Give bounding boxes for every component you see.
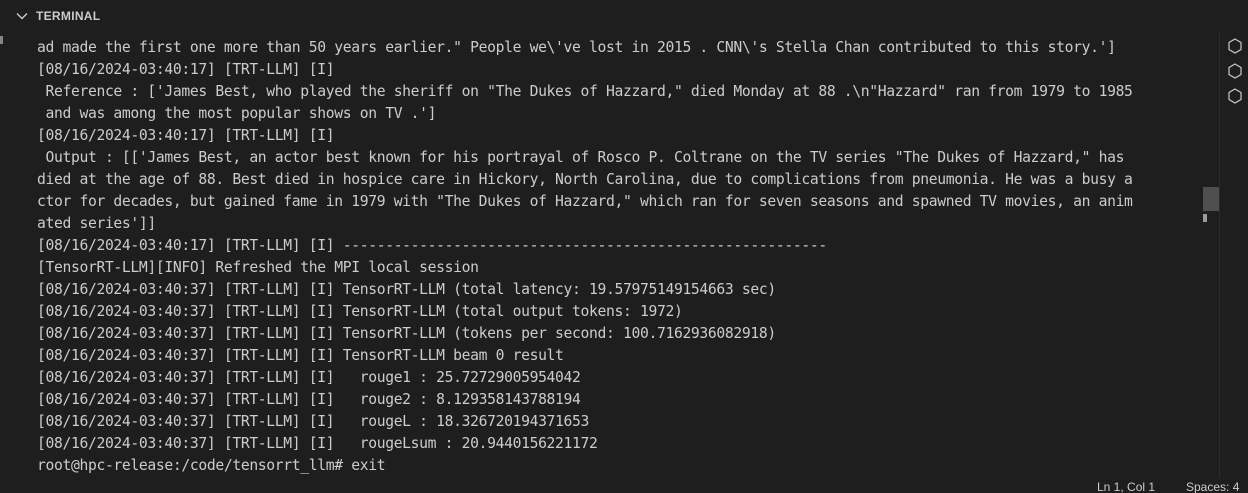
terminal-line: [08/16/2024-03:40:17] [TRT-LLM] [I]	[37, 61, 335, 78]
terminal-line: [08/16/2024-03:40:37] [TRT-LLM] [I] roug…	[37, 369, 581, 386]
chevron-down-icon	[14, 8, 30, 24]
terminal-line: [08/16/2024-03:40:37] [TRT-LLM] [I] roug…	[37, 391, 581, 408]
status-bar: Ln 1, Col 1 Spaces: 4	[0, 478, 1248, 493]
terminal-line: [TensorRT-LLM][INFO] Refreshed the MPI l…	[37, 259, 479, 276]
terminal-line: [08/16/2024-03:40:37] [TRT-LLM] [I] roug…	[37, 435, 598, 452]
scrollbar-thumb[interactable]	[1203, 187, 1219, 211]
terminal-line: Reference : ['James Best, who played the…	[37, 83, 1133, 100]
terminal-line: [08/16/2024-03:40:37] [TRT-LLM] [I] Tens…	[37, 303, 683, 320]
scrollbar-track[interactable]	[1203, 32, 1219, 478]
terminal-line: [08/16/2024-03:40:37] [TRT-LLM] [I] roug…	[37, 413, 590, 430]
status-cursor-position[interactable]: Ln 1, Col 1	[1097, 480, 1155, 493]
status-indentation[interactable]: Spaces: 4	[1186, 480, 1239, 493]
terminal-prompt-line: root@hpc-release:/code/tensorrt_llm# exi…	[37, 457, 386, 474]
terminal-output[interactable]: ad made the first one more than 50 years…	[37, 37, 1203, 477]
terminal-line: [08/16/2024-03:40:17] [TRT-LLM] [I]	[37, 127, 335, 144]
left-gutter	[0, 32, 12, 478]
terminal-line: ated series']]	[37, 215, 156, 232]
terminal-line: died at the age of 88. Best died in hosp…	[37, 171, 1133, 188]
terminal-side-rail	[1219, 32, 1248, 478]
panel-title: TERMINAL	[36, 9, 101, 23]
terminal-line: [08/16/2024-03:40:37] [TRT-LLM] [I] Tens…	[37, 281, 776, 298]
gutter-marker	[0, 36, 3, 44]
hexagon-outline-icon[interactable]	[1227, 63, 1243, 79]
terminal-panel-header: TERMINAL	[0, 0, 1248, 32]
terminal-line: and was among the most popular shows on …	[37, 105, 437, 122]
terminal-line: [08/16/2024-03:40:17] [TRT-LLM] [I] ----…	[37, 237, 827, 254]
terminal-section-toggle[interactable]: TERMINAL	[14, 8, 100, 24]
terminal-line: Output : [['James Best, an actor best kn…	[37, 149, 1125, 166]
terminal-line: ctor for decades, but gained fame in 197…	[37, 193, 1133, 210]
terminal-line: [08/16/2024-03:40:37] [TRT-LLM] [I] Tens…	[37, 347, 564, 364]
scrollbar-marker	[1203, 214, 1207, 222]
terminal-line: [08/16/2024-03:40:37] [TRT-LLM] [I] Tens…	[37, 325, 776, 342]
hexagon-outline-icon[interactable]	[1227, 88, 1243, 104]
terminal-line: ad made the first one more than 50 years…	[37, 39, 1116, 56]
hexagon-outline-icon[interactable]	[1227, 38, 1243, 54]
